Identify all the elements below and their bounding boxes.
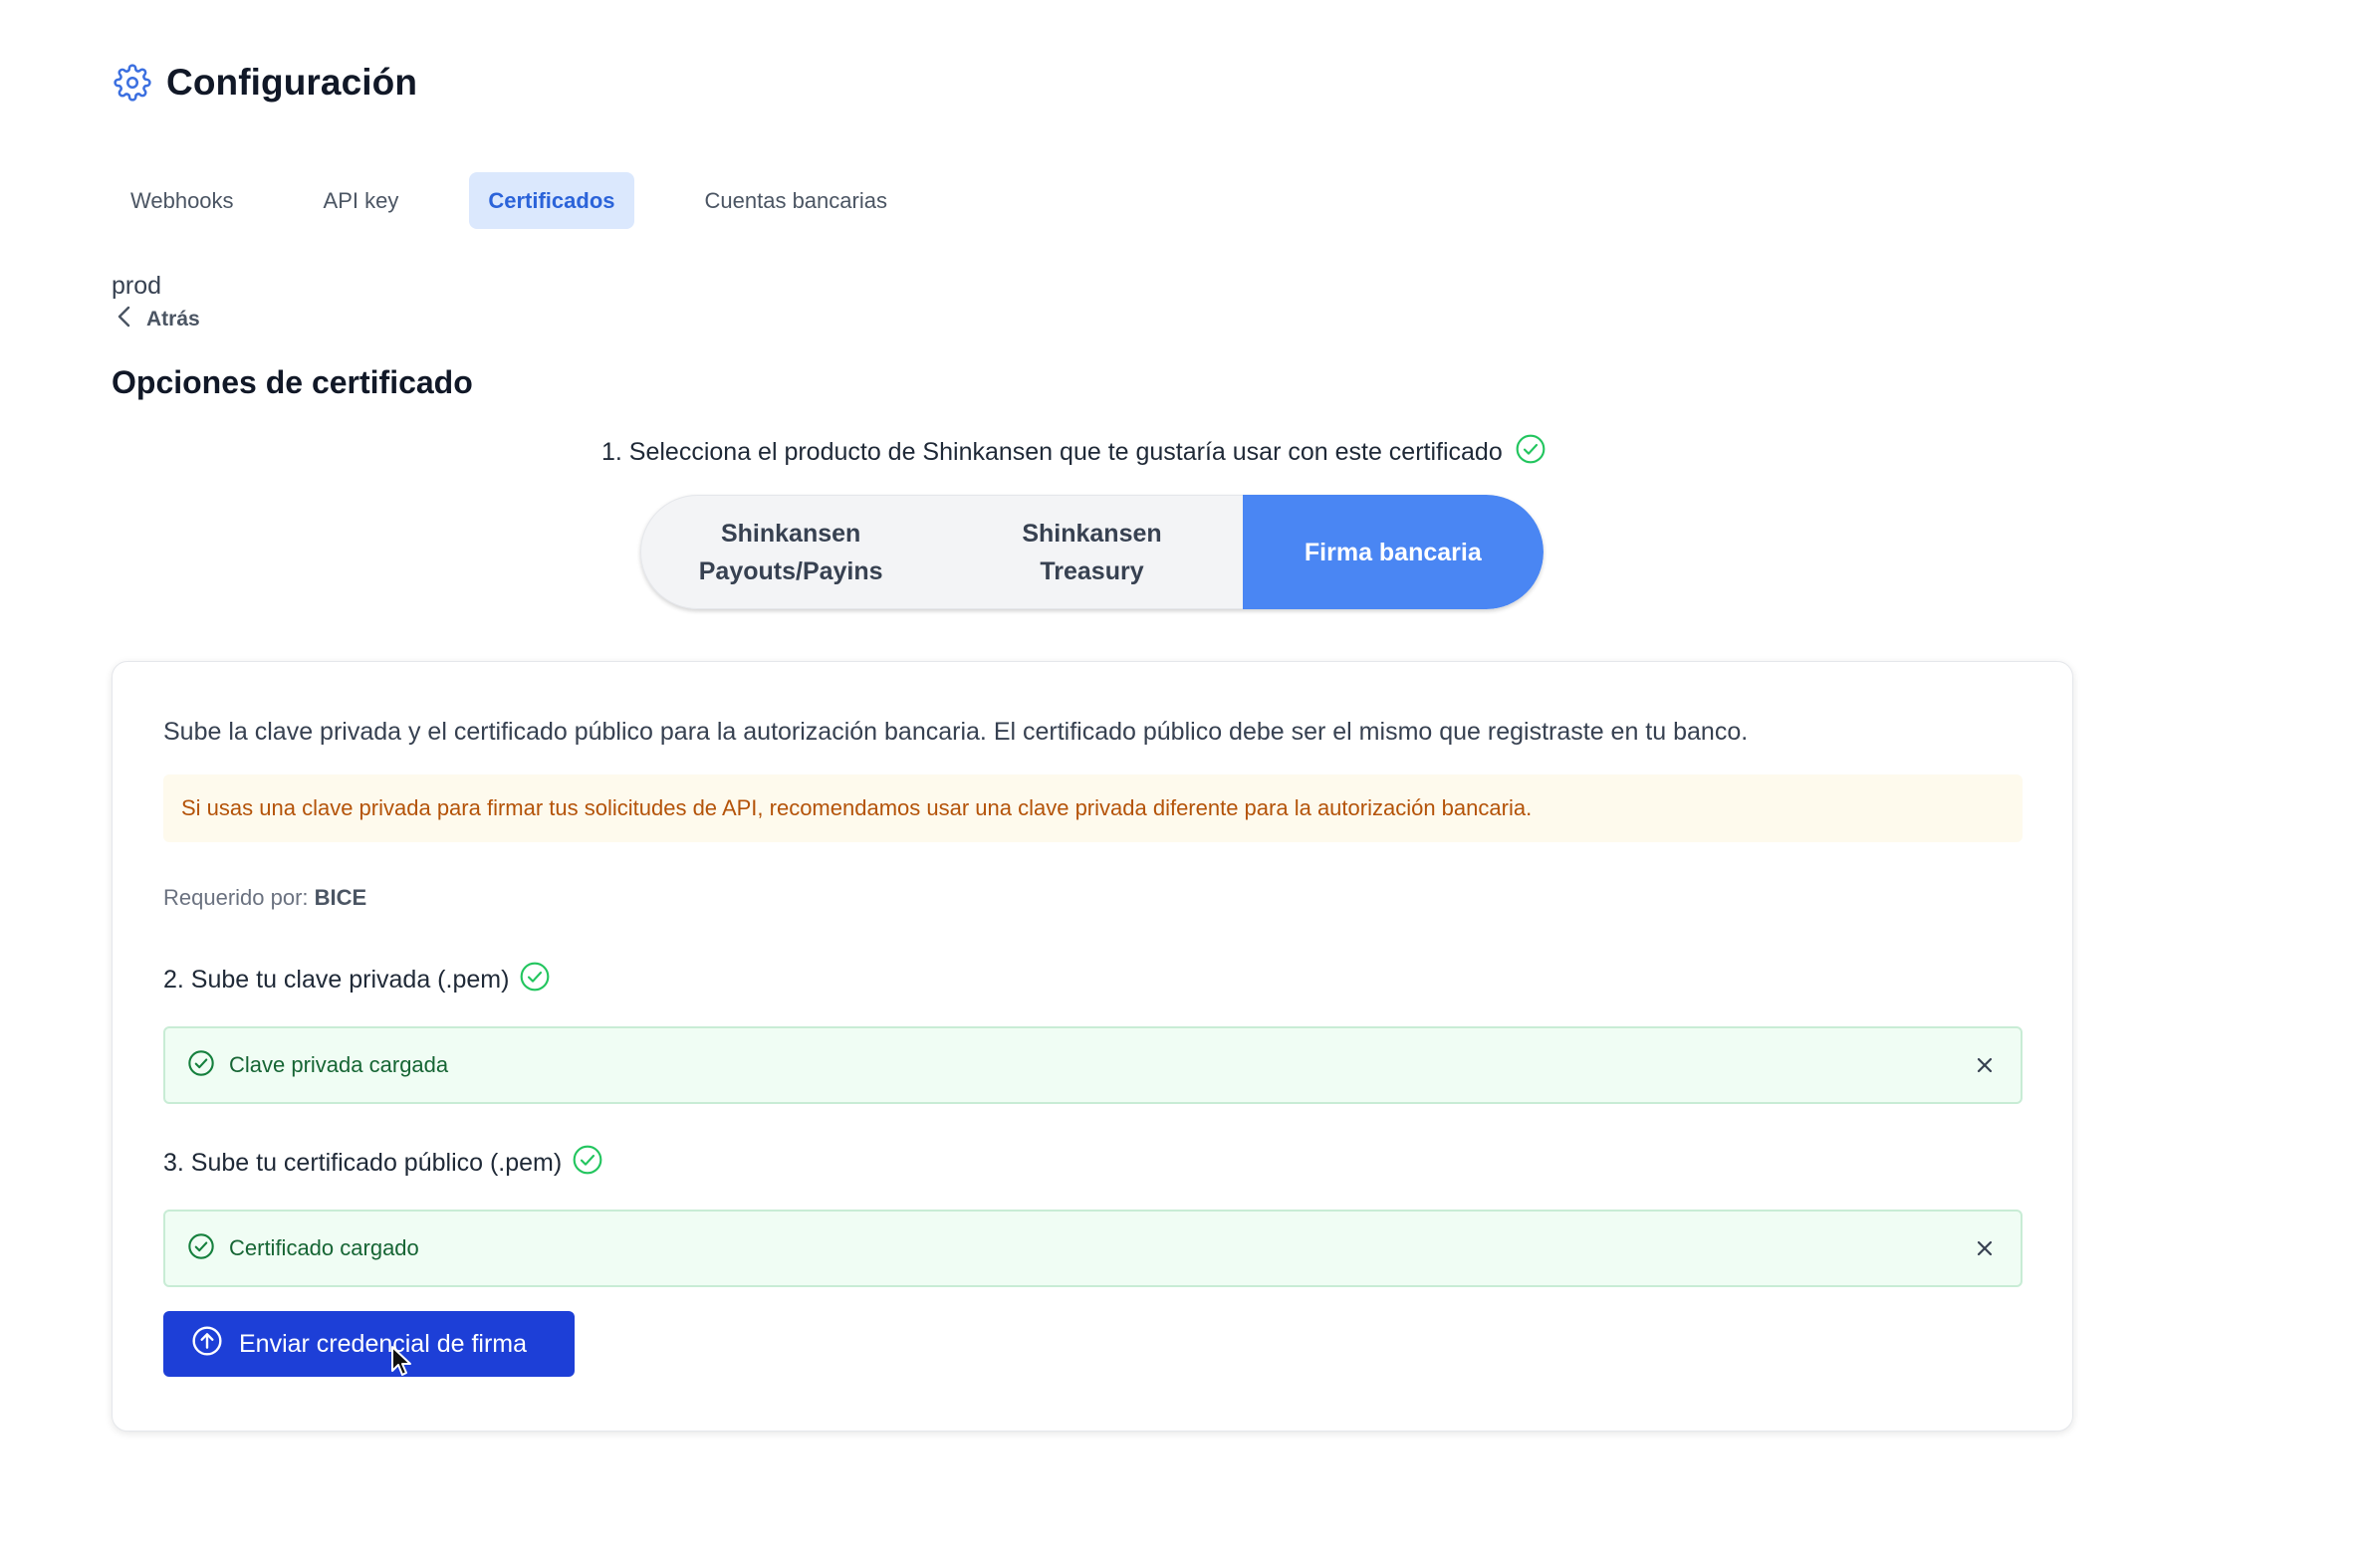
remove-private-key-button[interactable]: [1971, 1051, 1999, 1079]
submit-label: Enviar credencial de firma: [239, 1329, 528, 1358]
chevron-left-icon: [117, 305, 132, 334]
product-option-line: Payouts/Payins: [698, 556, 883, 585]
close-icon: [1977, 1240, 1993, 1256]
tab-certificados[interactable]: Certificados: [469, 172, 634, 229]
step1-label: 1. Selecciona el producto de Shinkansen …: [601, 438, 1503, 466]
step2-label-row: 2. Sube tu clave privada (.pem): [163, 961, 551, 999]
settings-page: Configuración Webhooks API key Certifica…: [0, 0, 2380, 1547]
product-option-line: Treasury: [1040, 556, 1144, 585]
check-circle-icon: [187, 1049, 215, 1082]
private-key-status-text: Clave privada cargada: [229, 1052, 449, 1077]
check-circle-icon: [1515, 433, 1547, 472]
remove-certificate-button[interactable]: [1971, 1234, 1999, 1262]
step3-label-row: 3. Sube tu certificado público (.pem): [163, 1144, 603, 1183]
tab-api-key[interactable]: API key: [305, 172, 418, 229]
section-title: Opciones de certificado: [112, 364, 473, 400]
required-by-value: BICE: [314, 885, 367, 910]
warning-banner: Si usas una clave privada para firmar tu…: [163, 774, 2023, 842]
card-description: Sube la clave privada y el certificado p…: [163, 718, 1749, 746]
step1-label-row: 1. Selecciona el producto de Shinkansen …: [601, 433, 1547, 472]
product-option-payouts-payins[interactable]: Shinkansen Payouts/Payins: [640, 495, 941, 609]
page-title: Configuración: [166, 62, 418, 103]
private-key-upload-status: Clave privada cargada: [163, 1026, 2023, 1104]
step3-label: 3. Sube tu certificado público (.pem): [163, 1149, 563, 1177]
product-option-firma-bancaria[interactable]: Firma bancaria: [1242, 495, 1544, 609]
settings-tabs: Webhooks API key Certificados Cuentas ba…: [112, 172, 958, 229]
product-option-line: Shinkansen: [720, 519, 861, 548]
gear-icon: [113, 63, 152, 103]
page-header: Configuración: [113, 62, 417, 104]
mouse-pointer-icon: [390, 1345, 414, 1379]
certificate-card: Sube la clave privada y el certificado p…: [112, 661, 2073, 1432]
tab-webhooks[interactable]: Webhooks: [112, 172, 253, 229]
product-option-line: Firma bancaria: [1304, 538, 1482, 566]
upload-arrow-circle-icon: [191, 1325, 223, 1364]
product-option-treasury[interactable]: Shinkansen Treasury: [941, 495, 1242, 609]
product-selector: Shinkansen Payouts/Payins Shinkansen Treas…: [640, 495, 1544, 609]
required-by-label: Requerido por:: [163, 885, 309, 910]
product-option-line: Shinkansen: [1022, 519, 1162, 548]
certificate-status-text: Certificado cargado: [229, 1235, 419, 1260]
required-by: Requerido por: BICE: [163, 885, 366, 911]
step2-label: 2. Sube tu clave privada (.pem): [163, 966, 510, 994]
close-icon: [1977, 1057, 1993, 1073]
tab-cuentas-bancarias[interactable]: Cuentas bancarias: [686, 172, 906, 229]
check-circle-icon: [187, 1232, 215, 1265]
certificate-upload-status: Certificado cargado: [163, 1210, 2023, 1287]
check-circle-icon: [519, 961, 551, 999]
back-button[interactable]: Atrás: [117, 305, 200, 334]
check-circle-icon: [572, 1144, 603, 1183]
back-label: Atrás: [146, 308, 200, 331]
environment-label: prod: [112, 272, 162, 300]
submit-signing-credential-button[interactable]: Enviar credencial de firma: [163, 1311, 575, 1377]
